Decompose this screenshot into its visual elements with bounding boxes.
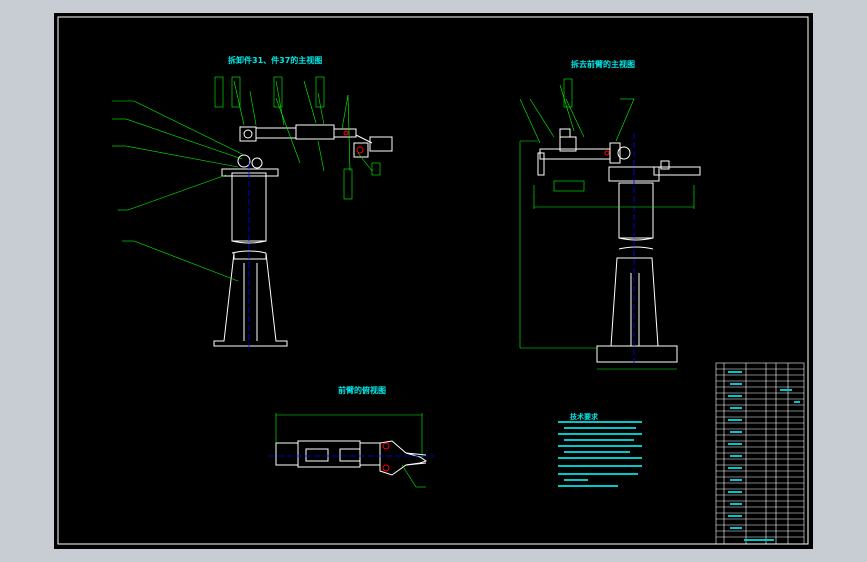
view-title-bottom: 前臂的俯视图 [338, 386, 386, 395]
right-view-red [604, 150, 610, 156]
tech-requirements-title: 技术要求 [570, 413, 598, 421]
tech-notes [558, 421, 642, 487]
parts-table-entries [728, 371, 800, 541]
bottom-view [275, 440, 428, 476]
left-view [213, 124, 393, 347]
bottom-view-red [382, 442, 390, 472]
view-title-right: 拆去前臂的主视图 [571, 60, 635, 69]
right-view [537, 128, 701, 363]
left-view-leaders [112, 76, 381, 282]
right-view-dims [519, 78, 695, 370]
drawing-sheet: 拆卸件31、件37的主视图 拆去前臂的主视图 前臂的俯视图 技术要求 [54, 13, 813, 549]
view-title-left: 拆卸件31、件37的主视图 [228, 56, 323, 65]
frame-border [57, 16, 809, 545]
cad-drawing [57, 16, 809, 545]
